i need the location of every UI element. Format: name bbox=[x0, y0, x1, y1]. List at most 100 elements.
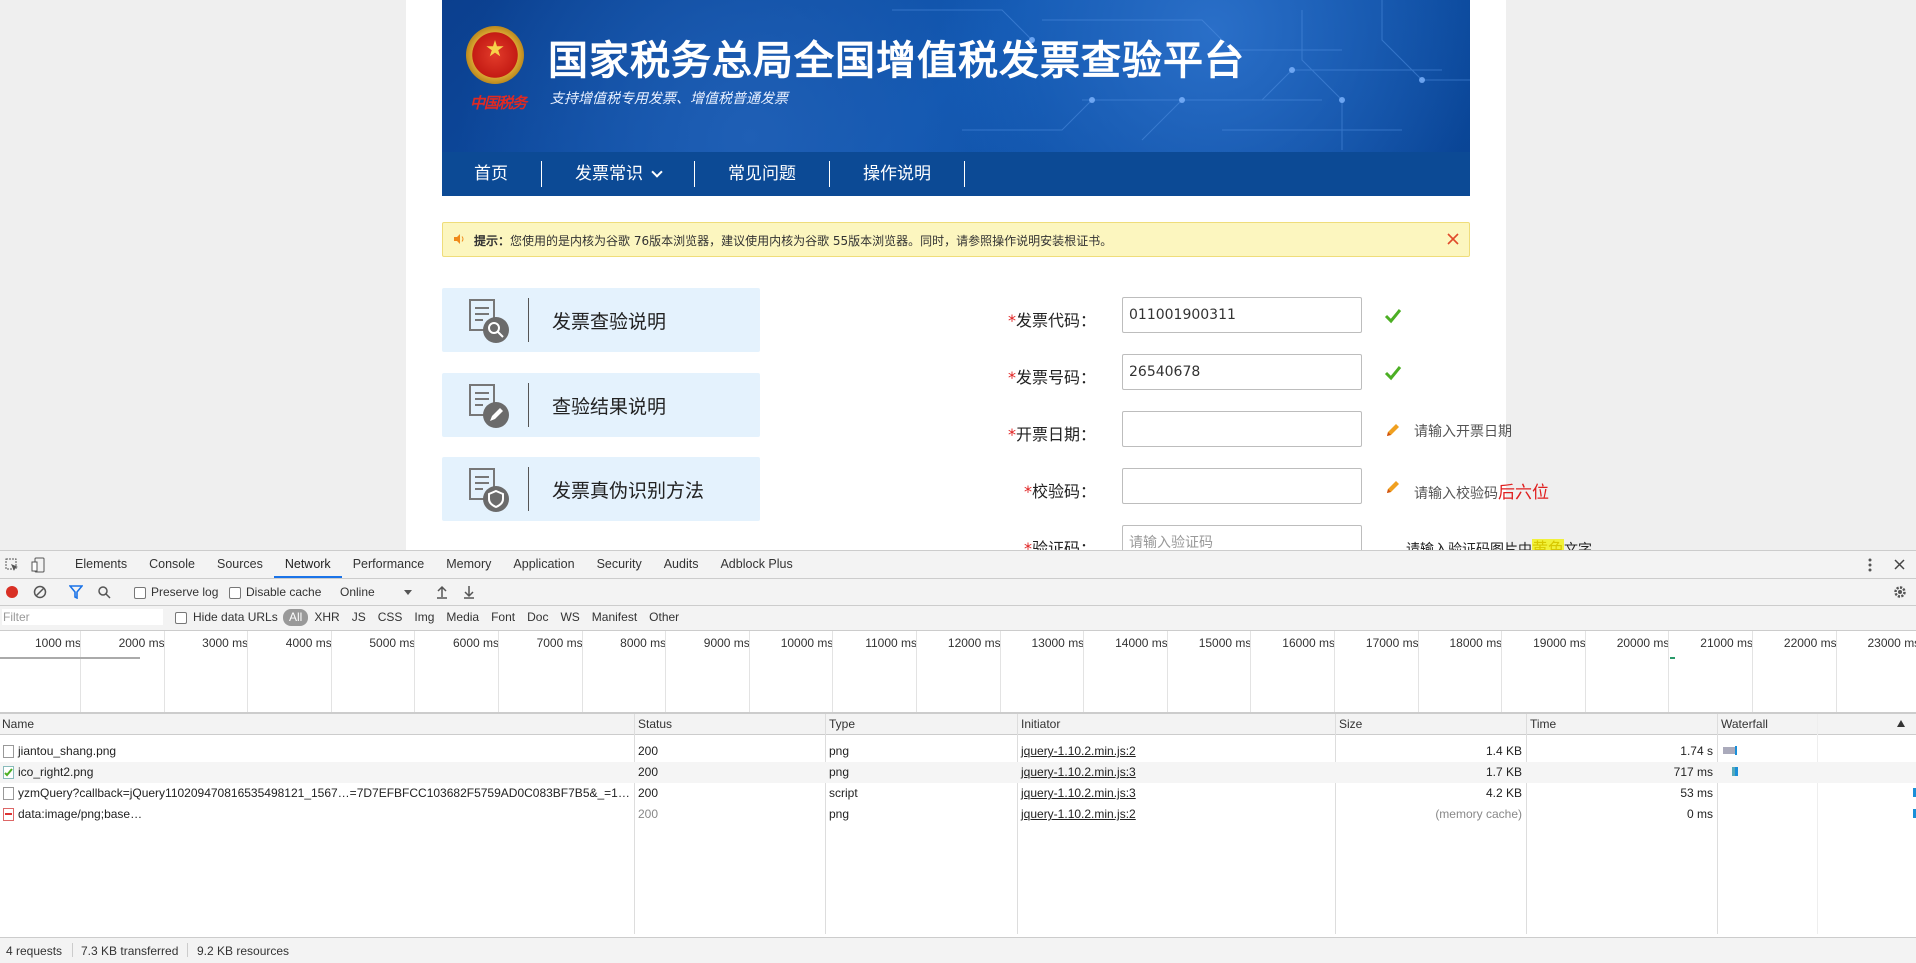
request-initiator-link[interactable]: jquery-1.10.2.min.js:2 bbox=[1021, 744, 1136, 758]
type-filter-other[interactable]: Other bbox=[643, 609, 685, 626]
nav-label: 首页 bbox=[474, 164, 508, 184]
type-filter-all[interactable]: All bbox=[283, 609, 309, 626]
clear-icon[interactable] bbox=[33, 585, 47, 599]
timeline-tick-label: 14000 ms bbox=[1115, 636, 1168, 650]
side-card-result-guide[interactable]: 查验结果说明 bbox=[442, 373, 760, 437]
divider bbox=[528, 467, 529, 511]
check-icon bbox=[1384, 309, 1402, 324]
close-icon[interactable] bbox=[1446, 232, 1460, 246]
request-initiator-link[interactable]: jquery-1.10.2.min.js:3 bbox=[1021, 765, 1136, 779]
more-options-icon[interactable] bbox=[1867, 557, 1873, 573]
request-size: 1.4 KB bbox=[1485, 744, 1522, 758]
type-filter-ws[interactable]: WS bbox=[554, 609, 585, 626]
timeline-gridline bbox=[163, 631, 165, 712]
search-icon[interactable] bbox=[97, 585, 111, 599]
import-har-icon[interactable] bbox=[436, 585, 448, 599]
overview-bar bbox=[1670, 657, 1675, 659]
divider bbox=[187, 943, 188, 957]
timeline-tick-label: 13000 ms bbox=[1031, 636, 1085, 650]
timeline-gridline bbox=[1752, 631, 1753, 712]
tab-security[interactable]: Security bbox=[586, 551, 653, 578]
tab-adblock-plus[interactable]: Adblock Plus bbox=[709, 551, 803, 578]
timeline-gridline bbox=[665, 631, 667, 712]
captcha-input[interactable]: 请输入验证码 bbox=[1122, 525, 1362, 550]
request-name: yzmQuery?callback=jQuery1102094708165354… bbox=[18, 786, 630, 800]
table-row[interactable]: yzmQuery?callback=jQuery1102094708165354… bbox=[0, 783, 1916, 804]
type-filter-manifest[interactable]: Manifest bbox=[586, 609, 643, 626]
pencil-icon bbox=[1387, 424, 1399, 436]
timeline-gridline bbox=[832, 631, 834, 712]
type-filter-js[interactable]: JS bbox=[346, 609, 372, 626]
column-status[interactable]: Status bbox=[638, 717, 672, 731]
nav-item-instructions[interactable]: 操作说明 bbox=[830, 161, 965, 187]
settings-gear-icon[interactable] bbox=[1893, 585, 1907, 599]
timeline-gridline bbox=[1584, 631, 1586, 712]
hide-data-urls-checkbox[interactable] bbox=[175, 612, 187, 624]
device-toolbar-icon[interactable] bbox=[31, 557, 45, 573]
type-filter-xhr[interactable]: XHR bbox=[308, 609, 345, 626]
type-filter-font[interactable]: Font bbox=[485, 609, 521, 626]
tab-network[interactable]: Network bbox=[273, 551, 342, 578]
tab-application[interactable]: Application bbox=[502, 551, 585, 578]
type-filter-media[interactable]: Media bbox=[440, 609, 485, 626]
column-waterfall[interactable]: Waterfall bbox=[1721, 717, 1768, 731]
disable-cache-checkbox[interactable] bbox=[229, 587, 241, 599]
table-row[interactable]: jiantou_shang.png 200 png jquery-1.10.2.… bbox=[0, 741, 1916, 762]
table-row[interactable]: data:image/png;base… 200 png jquery-1.10… bbox=[0, 804, 1916, 825]
timeline-tick-label: 15000 ms bbox=[1198, 636, 1252, 650]
tab-performance[interactable]: Performance bbox=[342, 551, 436, 578]
field-label: *校验码： bbox=[1023, 482, 1096, 501]
close-devtools-icon[interactable] bbox=[1894, 559, 1905, 570]
tab-audits[interactable]: Audits bbox=[653, 551, 710, 578]
filter-icon[interactable] bbox=[69, 585, 83, 599]
devtools-panel: Elements Console Sources Network Perform… bbox=[0, 550, 1916, 963]
nav-item-invoice-knowledge[interactable]: 发票常识 bbox=[542, 161, 695, 187]
invoice-number-input[interactable]: 26540678 bbox=[1122, 354, 1362, 390]
nav-item-home[interactable]: 首页 bbox=[442, 161, 542, 187]
type-filter-css[interactable]: CSS bbox=[372, 609, 409, 626]
request-initiator-link[interactable]: jquery-1.10.2.min.js:2 bbox=[1021, 807, 1136, 821]
nav-item-faq[interactable]: 常见问题 bbox=[695, 161, 830, 187]
waterfall-bar bbox=[1723, 747, 1735, 754]
dropdown-arrow-icon bbox=[404, 590, 412, 595]
tab-elements[interactable]: Elements bbox=[64, 551, 138, 578]
request-status: 200 bbox=[638, 786, 659, 800]
sort-ascending-icon[interactable] bbox=[1897, 720, 1905, 727]
side-card-check-guide[interactable]: 发票查验说明 bbox=[442, 288, 760, 352]
form-row-invoice-code: *发票代码： 011001900311 bbox=[994, 297, 1554, 335]
timeline-gridline bbox=[1835, 631, 1837, 712]
tab-sources[interactable]: Sources bbox=[206, 551, 274, 578]
column-time[interactable]: Time bbox=[1530, 717, 1556, 731]
devtools-tabbar: Elements Console Sources Network Perform… bbox=[0, 551, 1916, 579]
throttling-select[interactable]: Online bbox=[340, 585, 375, 599]
form-row-check-code: *校验码： 请输入校验码后六位 bbox=[994, 468, 1554, 506]
export-har-icon[interactable] bbox=[463, 585, 475, 599]
request-initiator-link[interactable]: jquery-1.10.2.min.js:3 bbox=[1021, 786, 1136, 800]
nav-label: 常见问题 bbox=[728, 164, 796, 184]
side-card-label: 查验结果说明 bbox=[552, 396, 667, 418]
divider bbox=[72, 943, 73, 957]
nav-label: 操作说明 bbox=[863, 164, 931, 184]
type-filter-img[interactable]: Img bbox=[408, 609, 440, 626]
side-card-authenticity-guide[interactable]: 发票真伪识别方法 bbox=[442, 457, 760, 521]
field-hint: 请输入校验码后六位 bbox=[1414, 483, 1549, 503]
form-row-issue-date: *开票日期： 请输入开票日期 bbox=[994, 411, 1554, 449]
inspect-element-icon[interactable] bbox=[5, 558, 19, 572]
record-icon[interactable] bbox=[5, 585, 19, 599]
filter-input[interactable]: Filter bbox=[2, 609, 163, 625]
check-code-input[interactable] bbox=[1122, 468, 1362, 504]
timeline-tick-label: 23000 ms bbox=[1867, 636, 1916, 650]
column-initiator[interactable]: Initiator bbox=[1021, 717, 1060, 731]
column-type[interactable]: Type bbox=[829, 717, 855, 731]
request-status: 200 bbox=[638, 807, 659, 821]
issue-date-input[interactable] bbox=[1122, 411, 1362, 447]
type-filter-doc[interactable]: Doc bbox=[521, 609, 554, 626]
invoice-code-input[interactable]: 011001900311 bbox=[1122, 297, 1362, 333]
preserve-log-checkbox[interactable] bbox=[134, 587, 146, 599]
column-name[interactable]: Name bbox=[2, 717, 34, 731]
tab-console[interactable]: Console bbox=[138, 551, 206, 578]
table-row[interactable]: ico_right2.png 200 png jquery-1.10.2.min… bbox=[0, 762, 1916, 783]
nav-label: 发票常识 bbox=[575, 164, 643, 184]
tab-memory[interactable]: Memory bbox=[435, 551, 502, 578]
column-size[interactable]: Size bbox=[1339, 717, 1362, 731]
